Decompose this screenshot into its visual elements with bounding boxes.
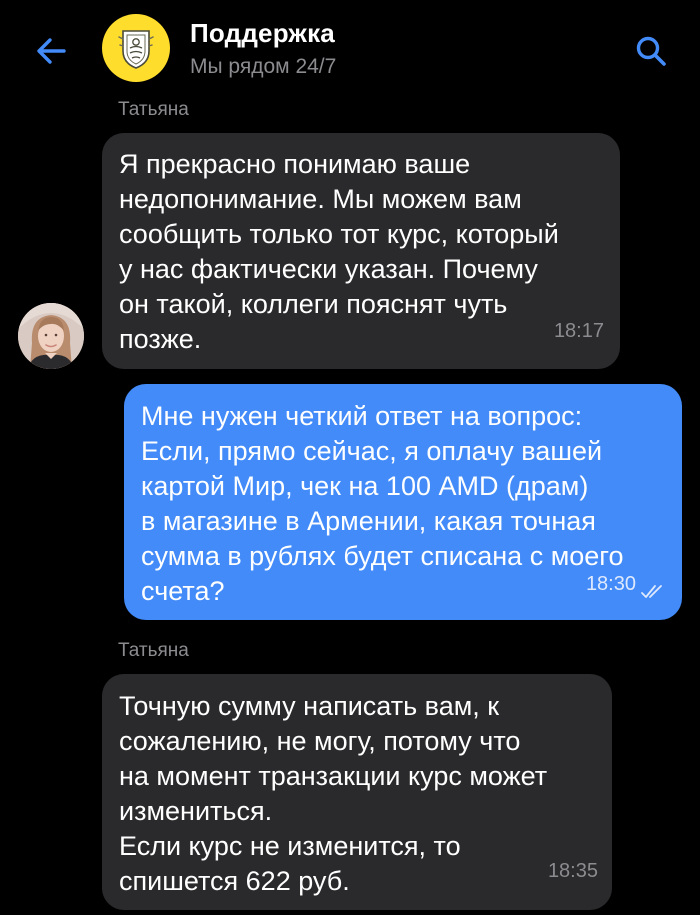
- avatar[interactable]: [18, 303, 84, 369]
- incoming-message[interactable]: Я прекрасно понимаю ваше недопонимание. …: [102, 133, 620, 369]
- agent-photo: [18, 303, 84, 369]
- chat-subtitle: Мы рядом 24/7: [190, 55, 337, 78]
- search-icon: [636, 36, 666, 66]
- double-check-icon: [641, 585, 662, 598]
- message-text: Точную сумму написать вам, к сожалению, …: [119, 691, 548, 896]
- chat-screen: Поддержка Мы рядом 24/7 Татьяна Я прекра…: [0, 0, 700, 915]
- back-button[interactable]: [30, 30, 72, 72]
- arrow-left-icon: [37, 38, 66, 64]
- sender-name: Татьяна: [118, 640, 189, 661]
- chat-title: Поддержка: [190, 18, 335, 48]
- message-time: 18:35: [547, 860, 598, 882]
- sender-name: Татьяна: [118, 99, 189, 120]
- incoming-message[interactable]: Точную сумму написать вам, к сожалению, …: [102, 674, 612, 910]
- message-time: 18:17: [553, 320, 604, 342]
- outgoing-message[interactable]: Мне нужен четкий ответ на вопрос: Если, …: [124, 384, 682, 620]
- message-time: 18:30: [585, 573, 636, 595]
- message-text: Я прекрасно понимаю ваше недопонимание. …: [119, 149, 559, 354]
- bank-logo[interactable]: [102, 14, 170, 82]
- search-button[interactable]: [628, 28, 674, 74]
- emblem-icon: [118, 30, 154, 69]
- message-text: Мне нужен четкий ответ на вопрос: Если, …: [141, 401, 624, 606]
- chat-header: Поддержка Мы рядом 24/7: [0, 0, 700, 96]
